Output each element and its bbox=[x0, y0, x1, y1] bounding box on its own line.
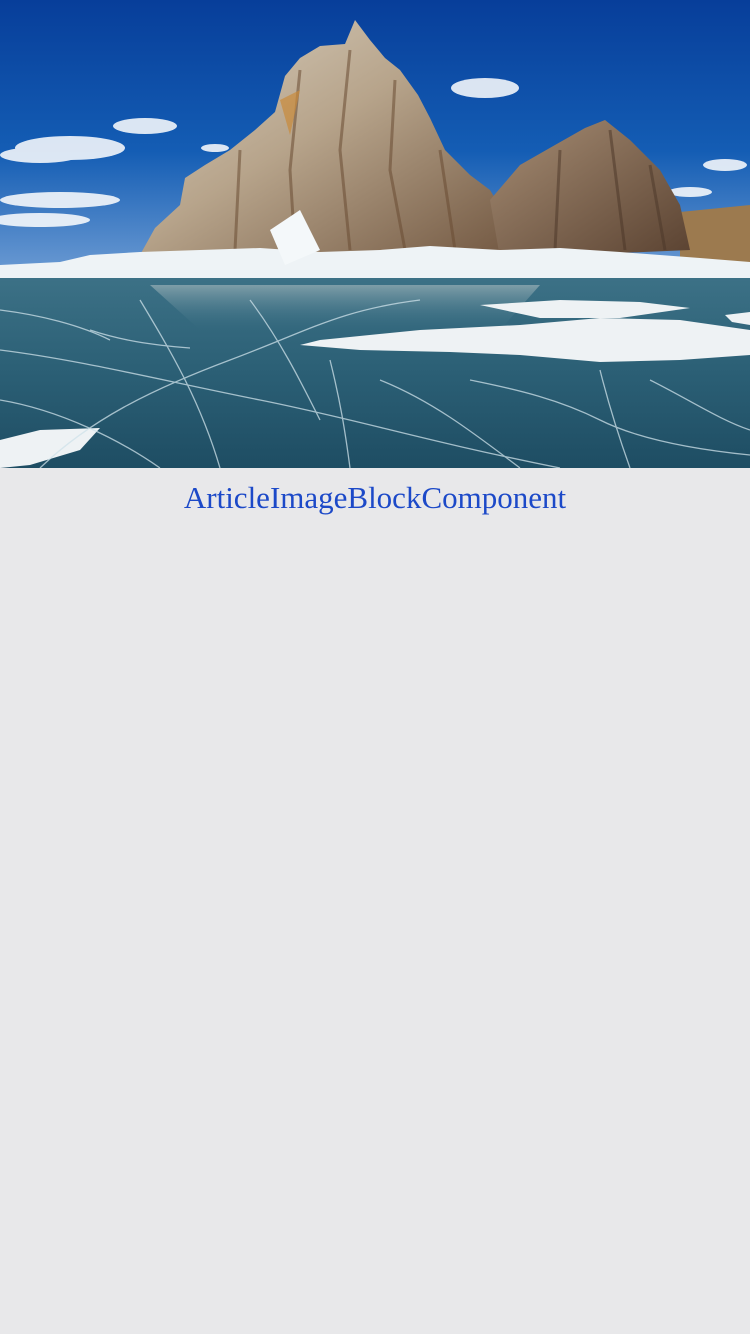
article-image-caption: ArticleImageBlockComponent bbox=[183, 480, 567, 515]
article-image bbox=[0, 0, 750, 468]
article-screen: ArticleImageBlockComponent bbox=[0, 0, 750, 1334]
